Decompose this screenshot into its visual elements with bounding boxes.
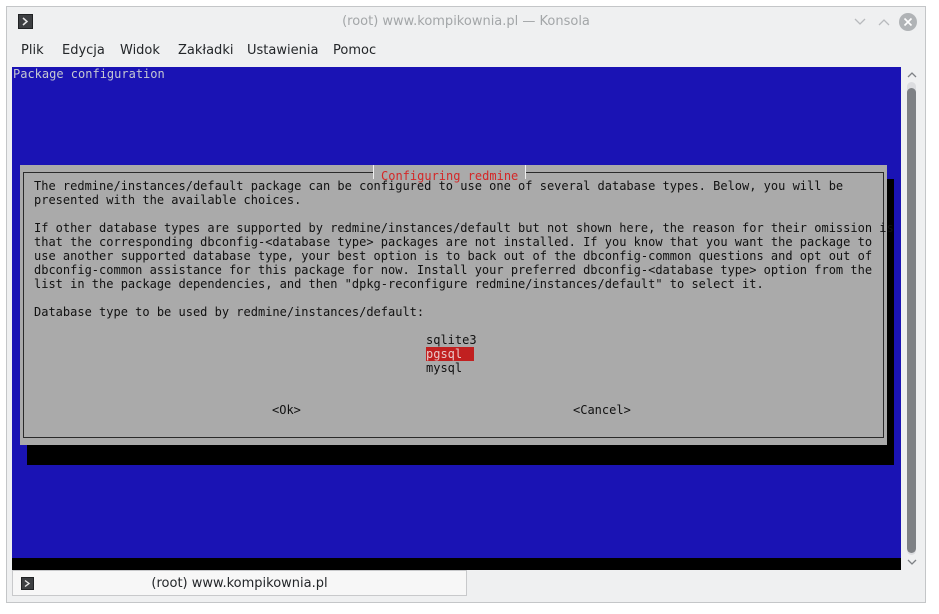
description-line-6: dbconfig-common assistance for this pack… [34, 263, 873, 277]
description-line-1: The redmine/instances/default package ca… [34, 179, 844, 193]
menu-widok[interactable]: Widok [120, 43, 160, 58]
vertical-scrollbar[interactable] [904, 67, 920, 570]
description-line-7: list in the package dependencies, and th… [34, 277, 764, 291]
menu-plik[interactable]: Plik [21, 43, 44, 58]
option-pgsql-selected[interactable]: pgsql [426, 347, 474, 361]
cancel-button[interactable]: <Cancel> [573, 403, 631, 417]
question-prompt: Database type to be used by redmine/inst… [34, 305, 425, 319]
chevron-up-icon [907, 72, 917, 78]
tab-bar: (root) www.kompikownia.pl [12, 570, 921, 598]
terminal-screen[interactable]: Package configuration Configuring redmin… [12, 67, 901, 570]
konsole-window: (root) www.kompikownia.pl — Konsola Plik… [6, 6, 926, 603]
tab-root-session[interactable]: (root) www.kompikownia.pl [12, 570, 467, 596]
chevron-down-icon [907, 559, 917, 565]
dialog-title-box: Configuring redmine [373, 165, 527, 183]
configure-dialog: Configuring redmine The redmine/instance… [20, 165, 894, 445]
close-icon [899, 13, 917, 31]
description-line-2: presented with the available choices. [34, 193, 302, 207]
tab-label: (root) www.kompikownia.pl [151, 576, 328, 591]
scroll-thumb[interactable] [907, 88, 916, 553]
description-line-5: use another supported database type, you… [34, 249, 873, 263]
maximize-button[interactable] [875, 13, 893, 31]
chevron-down-icon [854, 18, 866, 25]
description-line-4: that the corresponding dbconfig-<databas… [34, 235, 873, 249]
option-mysql[interactable]: mysql [426, 361, 474, 375]
menu-zakladki[interactable]: Zakładki [178, 43, 233, 58]
menu-edycja[interactable]: Edycja [62, 43, 105, 58]
title-bar[interactable]: (root) www.kompikownia.pl — Konsola [7, 7, 925, 36]
terminal-status-line [12, 558, 901, 570]
minimize-button[interactable] [851, 13, 869, 31]
window-title: (root) www.kompikownia.pl — Konsola [342, 14, 590, 29]
menu-pomoc[interactable]: Pomoc [333, 43, 376, 58]
scroll-up-arrow[interactable] [906, 70, 918, 80]
chevron-up-icon [878, 19, 890, 26]
close-button[interactable] [899, 13, 917, 31]
ok-button[interactable]: <Ok> [272, 403, 301, 417]
scroll-down-arrow[interactable] [906, 557, 918, 567]
description-line-3: If other database types are supported by… [34, 221, 894, 235]
menu-bar: Plik Edycja Widok Zakładki Ustawienia Po… [7, 38, 925, 64]
package-configuration-header: Package configuration [13, 67, 165, 81]
menu-ustawienia[interactable]: Ustawienia [247, 43, 318, 58]
option-sqlite3[interactable]: sqlite3 [426, 333, 477, 347]
